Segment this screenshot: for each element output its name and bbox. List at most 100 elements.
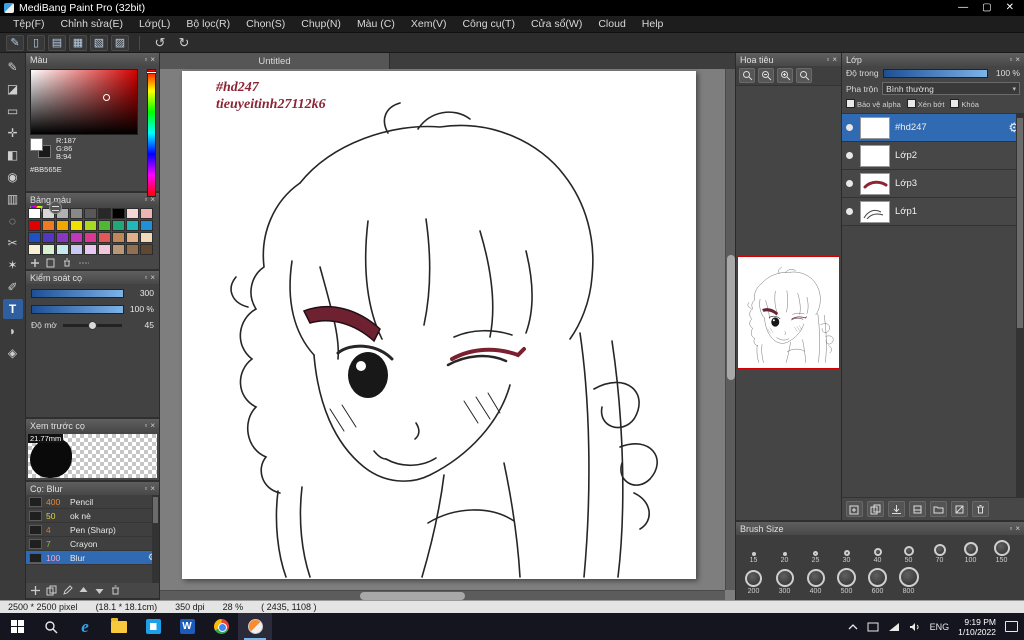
menu-item[interactable]: Màu (C) bbox=[350, 17, 402, 31]
brush-size-70[interactable]: 70 bbox=[924, 540, 955, 564]
palette-swatch[interactable] bbox=[126, 244, 139, 255]
palette-swatch[interactable] bbox=[70, 232, 83, 243]
transfer-layer-icon[interactable] bbox=[909, 501, 926, 517]
brush-item-pencil[interactable]: 400 Pencil bbox=[26, 495, 159, 509]
brush-edit-icon[interactable]: ✎ bbox=[6, 34, 24, 51]
fill-tool[interactable]: ◧ bbox=[3, 145, 23, 165]
brush-size-slider[interactable] bbox=[31, 288, 124, 298]
delete-brush-icon[interactable] bbox=[110, 585, 121, 596]
delete-color-icon[interactable] bbox=[62, 258, 72, 268]
palette-swatch[interactable] bbox=[42, 220, 55, 231]
panel-float-icon[interactable]: ▫ bbox=[1009, 522, 1012, 535]
taskbar-clock[interactable]: 9:19 PM 1/10/2022 bbox=[958, 617, 996, 637]
layer-visibility-icon[interactable] bbox=[846, 180, 853, 187]
palette-swatch[interactable] bbox=[84, 232, 97, 243]
palette-swatch[interactable] bbox=[140, 232, 153, 243]
canvas-vertical-scrollbar[interactable] bbox=[725, 69, 735, 590]
brush-size-15[interactable]: 15 bbox=[738, 540, 769, 564]
palette-swatch[interactable] bbox=[56, 244, 69, 255]
layer-visibility-icon[interactable] bbox=[846, 124, 853, 131]
palette-swatch[interactable] bbox=[56, 232, 69, 243]
layers-scroll-thumb[interactable] bbox=[1017, 118, 1023, 328]
brush-size-100[interactable]: 100 bbox=[955, 540, 986, 564]
palette-swatch[interactable] bbox=[70, 244, 83, 255]
merge-down-icon[interactable] bbox=[888, 501, 905, 517]
redo-button[interactable]: ↻ bbox=[174, 35, 194, 51]
palette-swatch[interactable] bbox=[28, 208, 41, 219]
panel-close-icon[interactable]: × bbox=[1015, 522, 1020, 535]
layer-opacity-slider[interactable] bbox=[882, 68, 988, 78]
panel-close-icon[interactable]: × bbox=[150, 271, 155, 284]
palette-swatch[interactable] bbox=[112, 208, 125, 219]
store-icon[interactable] bbox=[136, 613, 170, 640]
menu-item[interactable]: Tệp(F) bbox=[6, 17, 52, 31]
search-button[interactable] bbox=[34, 613, 68, 640]
menu-item[interactable]: Chọn(S) bbox=[239, 17, 292, 31]
panel-close-icon[interactable]: × bbox=[150, 53, 155, 66]
canvas-page[interactable]: #hd247 tieuyeitinh27112k6 bbox=[182, 71, 696, 579]
fg-bg-color-chips[interactable] bbox=[30, 138, 56, 160]
brush-item-okne[interactable]: 50 ok nè bbox=[26, 509, 159, 523]
palette-swatch[interactable] bbox=[98, 244, 111, 255]
zoom-in-icon[interactable] bbox=[777, 68, 793, 83]
palette-swatch[interactable] bbox=[112, 244, 125, 255]
clear-layer-icon[interactable] bbox=[951, 501, 968, 517]
brush-size-500[interactable]: 500 bbox=[831, 567, 862, 595]
layer-row-lop3[interactable]: Lớp3 bbox=[842, 170, 1024, 198]
document-tab[interactable]: Untitled bbox=[160, 53, 390, 69]
brush-list-scrollbar[interactable] bbox=[152, 495, 159, 583]
fg-color-chip[interactable] bbox=[30, 138, 43, 151]
menu-item[interactable]: Cloud bbox=[591, 17, 632, 31]
edge-taskbar-icon[interactable]: e bbox=[68, 613, 102, 640]
color-sliders-icon[interactable] bbox=[49, 201, 62, 214]
grid-icon[interactable]: ▦ bbox=[69, 34, 87, 51]
delete-layer-icon[interactable] bbox=[972, 501, 989, 517]
vertical-scroll-thumb[interactable] bbox=[727, 255, 735, 380]
brush-size-400[interactable]: 400 bbox=[800, 567, 831, 595]
close-button[interactable]: ✕ bbox=[1006, 0, 1014, 16]
action-center-icon[interactable] bbox=[1005, 621, 1018, 632]
palette-swatch[interactable] bbox=[140, 208, 153, 219]
magic-wand-tool[interactable]: ✶ bbox=[3, 255, 23, 275]
panel-float-icon[interactable]: ▫ bbox=[826, 53, 829, 66]
palette-swatch[interactable] bbox=[98, 208, 111, 219]
layer-row-lop1[interactable]: Lớp1 bbox=[842, 198, 1024, 226]
navigator-thumbnail[interactable] bbox=[737, 256, 840, 369]
tray-chevron-up-icon[interactable] bbox=[848, 623, 858, 631]
zoom-out-icon[interactable] bbox=[758, 68, 774, 83]
panel-float-icon[interactable]: ▫ bbox=[1009, 53, 1012, 66]
palette-swatch[interactable] bbox=[112, 220, 125, 231]
add-color-icon[interactable] bbox=[30, 258, 40, 268]
layer-visibility-icon[interactable] bbox=[846, 208, 853, 215]
brush-size-25[interactable]: 25 bbox=[800, 540, 831, 564]
canvas-viewport[interactable]: #hd247 tieuyeitinh27112k6 bbox=[160, 69, 735, 600]
palette-swatch[interactable] bbox=[84, 208, 97, 219]
panel-float-icon[interactable]: ▫ bbox=[144, 53, 147, 66]
menu-item[interactable]: Bộ lọc(R) bbox=[179, 17, 237, 31]
palette-swatch[interactable] bbox=[84, 220, 97, 231]
brush-size-800[interactable]: 800 bbox=[893, 567, 924, 595]
medibang-taskbar-icon[interactable] bbox=[238, 613, 272, 640]
bucket-tool[interactable]: ◉ bbox=[3, 167, 23, 187]
panel-close-icon[interactable]: × bbox=[832, 53, 837, 66]
volume-icon[interactable] bbox=[909, 622, 921, 632]
brush-size-20[interactable]: 20 bbox=[769, 540, 800, 564]
minimize-button[interactable]: — bbox=[958, 0, 968, 16]
zoom-reset-icon[interactable] bbox=[796, 68, 812, 83]
panel-close-icon[interactable]: × bbox=[1015, 53, 1020, 66]
panel-float-icon[interactable]: ▫ bbox=[144, 271, 147, 284]
duplicate-brush-icon[interactable] bbox=[46, 585, 57, 596]
brush-tool[interactable]: ✎ bbox=[3, 57, 23, 77]
comment-icon[interactable]: ▤ bbox=[48, 34, 66, 51]
eyedropper-tool[interactable]: ◗ bbox=[3, 321, 23, 341]
tablet-status-icon[interactable] bbox=[867, 622, 879, 632]
brush-item-crayon[interactable]: 7 Crayon bbox=[26, 537, 159, 551]
brush-down-icon[interactable] bbox=[94, 585, 105, 596]
network-icon[interactable] bbox=[888, 622, 900, 632]
color-picker-marker[interactable] bbox=[103, 94, 111, 102]
palette-swatch[interactable] bbox=[126, 232, 139, 243]
menu-item[interactable]: Xem(V) bbox=[404, 17, 454, 31]
chrome-icon[interactable] bbox=[204, 613, 238, 640]
palette-swatch[interactable] bbox=[42, 244, 55, 255]
palette-swatch[interactable] bbox=[140, 220, 153, 231]
